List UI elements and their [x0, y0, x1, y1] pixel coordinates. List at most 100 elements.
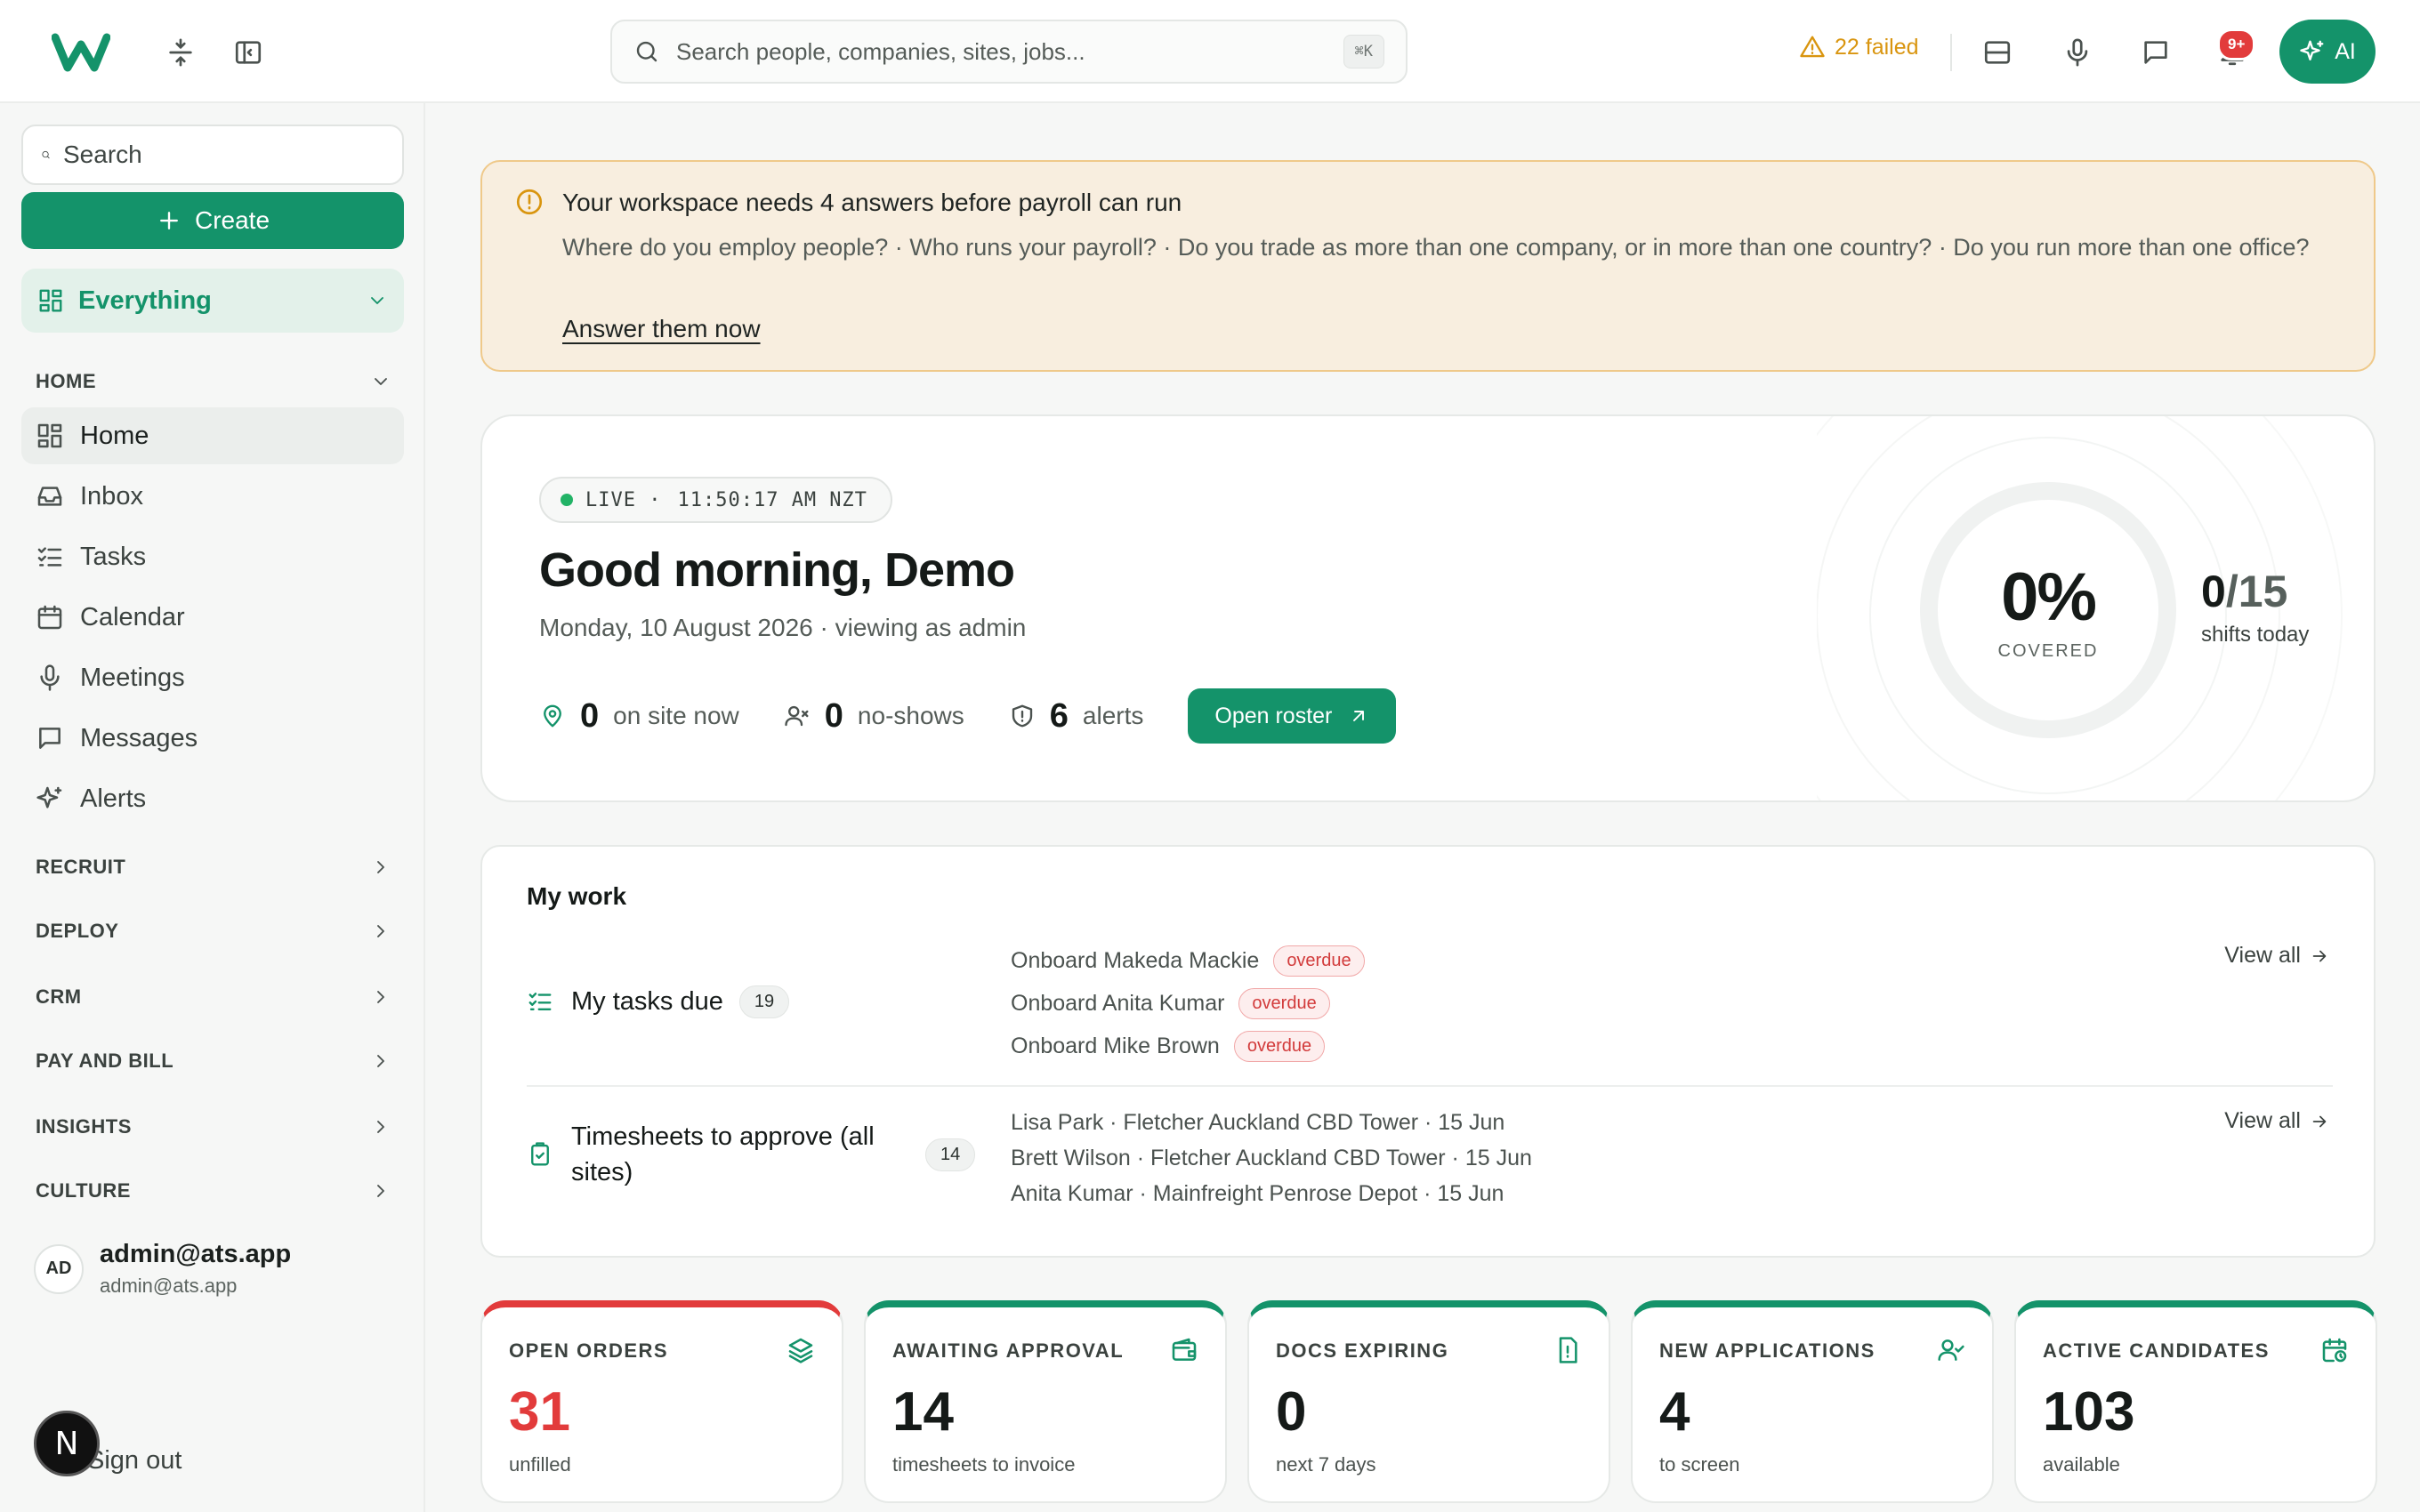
collapse-icon[interactable] — [165, 37, 196, 68]
kpi-active-candidates[interactable]: ACTIVE CANDIDATES 103 available — [2014, 1300, 2377, 1503]
sidebar-toggle-icon[interactable] — [233, 37, 263, 68]
tasks-list: Onboard Makeda Mackie overdue Onboard An… — [1011, 939, 1365, 1067]
section-label: RECRUIT — [36, 856, 126, 878]
section-insights[interactable]: INSIGHTS — [36, 1115, 391, 1138]
list-item[interactable]: Lisa Park · Fletcher Auckland CBD Tower … — [1011, 1105, 1532, 1140]
kpi-label: NEW APPLICATIONS — [1659, 1339, 1876, 1362]
microphone-icon — [40, 664, 60, 691]
answer-them-now-link[interactable]: Answer them now — [562, 315, 761, 343]
kpi-label: ACTIVE CANDIDATES — [2043, 1339, 2270, 1362]
failed-jobs-indicator[interactable]: 22 failed — [1799, 34, 1919, 60]
avatar: AD — [34, 1243, 84, 1294]
chat-icon[interactable] — [2141, 37, 2171, 68]
section-deploy[interactable]: DEPLOY — [36, 920, 391, 943]
microphone-icon[interactable] — [2062, 37, 2093, 68]
sidebar-item-home[interactable]: Home — [21, 407, 404, 464]
timesheets-to-approve[interactable]: Timesheets to approve (all sites) 14 — [527, 1119, 976, 1190]
checklist-icon — [37, 547, 62, 567]
sidebar-search[interactable] — [21, 125, 404, 185]
user-profile[interactable]: AD admin@ats.app admin@ats.app — [34, 1240, 291, 1298]
sign-out-link[interactable]: Sign out — [87, 1446, 182, 1476]
chevron-right-icon — [377, 1185, 384, 1197]
my-work-card: My work My tasks due 19 Onboard Makeda M… — [480, 845, 2376, 1258]
overdue-badge: overdue — [1233, 1030, 1326, 1062]
section-pay-and-bill[interactable]: PAY AND BILL — [36, 1050, 391, 1073]
arrow-right-icon — [2312, 950, 2327, 961]
list-item[interactable]: Onboard Makeda Mackie overdue — [1011, 939, 1365, 982]
sidebar-item-messages[interactable]: Messages — [21, 710, 404, 767]
global-search-input[interactable] — [676, 37, 1343, 66]
timesheets-view-all-link[interactable]: View all — [2224, 1108, 2329, 1134]
header-divider — [1950, 34, 1952, 71]
kpi-open-orders[interactable]: OPEN ORDERS 31 unfilled — [480, 1300, 843, 1503]
kpi-new-applications[interactable]: NEW APPLICATIONS 4 to screen — [1631, 1300, 1994, 1503]
live-overview-card: LIVE · 11:50:17 AM NZT Good morning, Dem… — [480, 414, 2376, 802]
section-home-label: HOME — [36, 370, 96, 392]
logo-icon[interactable] — [52, 32, 110, 73]
global-search[interactable]: ⌘K — [610, 20, 1408, 84]
checklist-icon — [528, 993, 552, 1010]
sidebar-search-input[interactable] — [63, 141, 384, 169]
list-item[interactable]: Brett Wilson · Fletcher Auckland CBD Tow… — [1011, 1140, 1532, 1176]
section-recruit[interactable]: RECRUIT — [36, 856, 391, 879]
wallet-icon — [1172, 1338, 1197, 1361]
section-label: CULTURE — [36, 1179, 131, 1202]
coverage-ring: 0% COVERED — [1918, 480, 2178, 740]
kpi-subtitle: next 7 days — [1276, 1453, 1376, 1476]
dev-tools-badge[interactable]: N — [34, 1411, 100, 1476]
kpi-label: OPEN ORDERS — [509, 1339, 669, 1362]
page-title: Good morning, Demo — [539, 543, 1015, 597]
kpi-docs-expiring[interactable]: DOCS EXPIRING 0 next 7 days — [1247, 1300, 1610, 1503]
calendar-clock-icon — [2322, 1338, 2347, 1363]
chevron-right-icon — [377, 861, 384, 873]
list-item[interactable]: Anita Kumar · Mainfreight Penrose Depot … — [1011, 1176, 1532, 1211]
sidebar-item-tasks[interactable]: Tasks — [21, 528, 404, 585]
section-culture[interactable]: CULTURE — [36, 1179, 391, 1202]
ai-button[interactable]: AI — [2279, 20, 2376, 84]
sidebar-item-label: Tasks — [80, 542, 147, 571]
layers-icon — [788, 1338, 813, 1363]
user-check-icon — [1938, 1339, 1964, 1361]
sidebar-item-calendar[interactable]: Calendar — [21, 589, 404, 646]
shield-alert-icon — [1012, 704, 1032, 728]
section-home[interactable]: HOME — [36, 370, 391, 393]
alerts-stat[interactable]: 6 alerts — [1009, 697, 1143, 736]
hero-stats: 0 on site now 0 no-shows 6 alerts Open r… — [539, 688, 1397, 744]
tasks-count: 19 — [738, 985, 790, 1018]
tasks-view-all-link[interactable]: View all — [2224, 943, 2329, 969]
on-site-stat[interactable]: 0 on site now — [539, 697, 739, 736]
workspace-switcher[interactable]: Everything — [21, 269, 404, 333]
map-pin-icon — [544, 704, 561, 728]
live-timezone: NZT — [829, 488, 867, 511]
open-roster-label: Open roster — [1214, 703, 1333, 728]
kpi-subtitle: available — [2043, 1453, 2120, 1476]
plus-icon — [160, 212, 178, 229]
timesheets-list: Lisa Park · Fletcher Auckland CBD Tower … — [1011, 1105, 1532, 1211]
no-shows-stat[interactable]: 0 no-shows — [784, 697, 964, 736]
kpi-awaiting-approval[interactable]: AWAITING APPROVAL 14 timesheets to invoi… — [864, 1300, 1227, 1503]
stat-label: on site now — [613, 702, 739, 729]
live-time: 11:50:17 AM — [677, 488, 818, 511]
list-item[interactable]: Onboard Anita Kumar overdue — [1011, 982, 1365, 1025]
create-button[interactable]: Create — [21, 192, 404, 249]
timesheets-label: Timesheets to approve (all sites) — [571, 1122, 875, 1186]
file-alert-icon — [1559, 1337, 1577, 1363]
my-tasks-due[interactable]: My tasks due 19 — [527, 984, 790, 1019]
sidebar-item-inbox[interactable]: Inbox — [21, 468, 404, 525]
live-indicator-dot — [561, 494, 573, 506]
live-label: LIVE · — [585, 488, 662, 511]
sidebar-item-label: Alerts — [80, 784, 147, 813]
section-crm[interactable]: CRM — [36, 985, 391, 1009]
task-text: Onboard Anita Kumar — [1011, 990, 1225, 1016]
list-item[interactable]: Onboard Mike Brown overdue — [1011, 1025, 1365, 1067]
layout-icon[interactable] — [1982, 37, 2013, 68]
sidebar-item-alerts[interactable]: Alerts — [21, 770, 404, 827]
open-roster-button[interactable]: Open roster — [1188, 688, 1397, 744]
kpi-subtitle: unfilled — [509, 1453, 571, 1476]
my-tasks-label: My tasks due — [571, 987, 723, 1016]
dashboard-icon — [39, 289, 62, 312]
payroll-setup-banner: Your workspace needs 4 answers before pa… — [480, 160, 2376, 372]
sidebar-item-meetings[interactable]: Meetings — [21, 649, 404, 706]
workspace-label: Everything — [78, 286, 212, 315]
warning-icon — [1800, 36, 1825, 58]
